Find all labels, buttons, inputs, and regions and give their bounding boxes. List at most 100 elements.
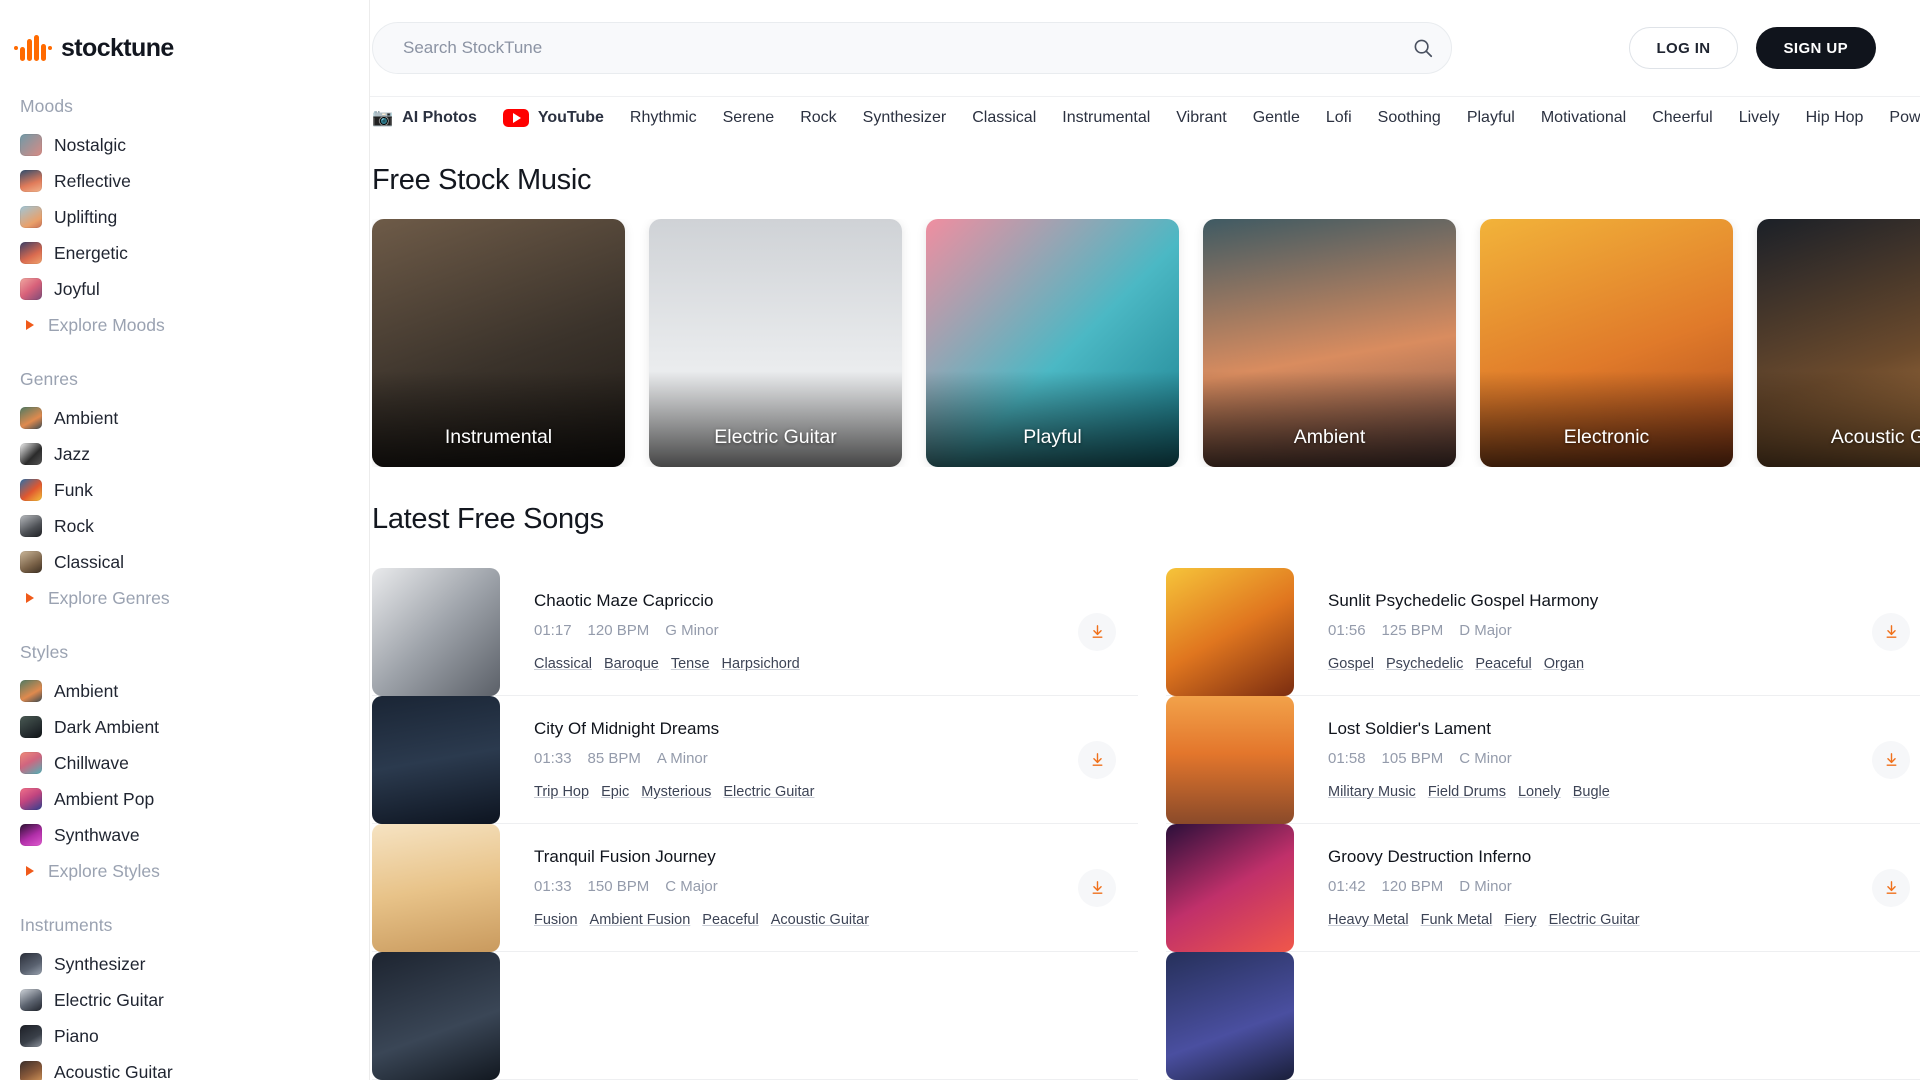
- sidebar-item-ambient[interactable]: Ambient: [0, 400, 369, 436]
- download-icon[interactable]: [1872, 740, 1910, 779]
- song-row[interactable]: [372, 951, 1138, 1080]
- song-title[interactable]: Groovy Destruction Inferno: [1328, 847, 1872, 867]
- category-card-playful[interactable]: Playful: [926, 219, 1179, 467]
- song-title[interactable]: Lost Soldier's Lament: [1328, 719, 1872, 739]
- song-artwork[interactable]: [372, 567, 500, 696]
- song-row[interactable]: Chaotic Maze Capriccio 01:17 120 BPM G Mino…: [372, 567, 1138, 696]
- chip-youtube[interactable]: YouTube: [502, 108, 604, 127]
- song-tag[interactable]: Mysterious: [641, 784, 711, 800]
- chip-instrumental[interactable]: Instrumental: [1062, 109, 1150, 127]
- song-title[interactable]: Tranquil Fusion Journey: [534, 847, 1078, 867]
- chip-gentle[interactable]: Gentle: [1253, 109, 1300, 127]
- song-tag[interactable]: Psychedelic: [1386, 656, 1463, 672]
- sidebar-item-nostalgic[interactable]: Nostalgic: [0, 127, 369, 163]
- download-icon[interactable]: [1078, 740, 1116, 779]
- search-icon[interactable]: [1395, 37, 1451, 59]
- sidebar-item-electric-guitar[interactable]: Electric Guitar: [0, 982, 369, 1018]
- category-card-electric-guitar[interactable]: Electric Guitar: [649, 219, 902, 467]
- song-tag[interactable]: Electric Guitar: [723, 784, 814, 800]
- download-icon[interactable]: [1078, 868, 1116, 907]
- sidebar-item-uplifting[interactable]: Uplifting: [0, 199, 369, 235]
- song-tag[interactable]: Classical: [534, 656, 592, 672]
- sidebar-item-funk[interactable]: Funk: [0, 472, 369, 508]
- song-tag[interactable]: Tense: [671, 656, 710, 672]
- download-icon[interactable]: [1078, 612, 1116, 651]
- download-icon[interactable]: [1872, 868, 1910, 907]
- song-tag[interactable]: Heavy Metal: [1328, 912, 1409, 928]
- song-tag[interactable]: Field Drums: [1428, 784, 1506, 800]
- song-tag[interactable]: Peaceful: [702, 912, 758, 928]
- song-row[interactable]: City Of Midnight Dreams 01:33 85 BPM A Mino…: [372, 695, 1138, 824]
- chip-synthesizer[interactable]: Synthesizer: [863, 109, 947, 127]
- chip-classical[interactable]: Classical: [972, 109, 1036, 127]
- song-artwork[interactable]: [1166, 695, 1294, 824]
- category-chip-row[interactable]: 📷 AI Photos YouTube Rhythmic Serene Rock Synth…: [370, 96, 1920, 138]
- search-bar[interactable]: [372, 22, 1452, 74]
- sidebar-item-rock[interactable]: Rock: [0, 508, 369, 544]
- sidebar-item-piano[interactable]: Piano: [0, 1018, 369, 1054]
- song-title[interactable]: Sunlit Psychedelic Gospel Harmony: [1328, 591, 1872, 611]
- login-button[interactable]: LOG IN: [1629, 27, 1738, 69]
- song-tag[interactable]: Ambient Fusion: [590, 912, 691, 928]
- sidebar-item-joyful[interactable]: Joyful: [0, 271, 369, 307]
- sidebar-explore-styles[interactable]: Explore Styles: [0, 853, 369, 889]
- song-artwork[interactable]: [372, 823, 500, 952]
- sidebar-item-ambient[interactable]: Ambient: [0, 673, 369, 709]
- song-row[interactable]: Sunlit Psychedelic Gospel Harmony 01:56 12…: [1166, 567, 1920, 696]
- sidebar-item-reflective[interactable]: Reflective: [0, 163, 369, 199]
- song-title[interactable]: City Of Midnight Dreams: [534, 719, 1078, 739]
- sidebar-item-jazz[interactable]: Jazz: [0, 436, 369, 472]
- chip-rhythmic[interactable]: Rhythmic: [630, 109, 697, 127]
- song-row[interactable]: [1166, 951, 1920, 1080]
- song-artwork[interactable]: [1166, 951, 1294, 1080]
- sidebar-item-dark-ambient[interactable]: Dark Ambient: [0, 709, 369, 745]
- song-tag[interactable]: Peaceful: [1475, 656, 1531, 672]
- song-tag[interactable]: Epic: [601, 784, 629, 800]
- chip-motivational[interactable]: Motivational: [1541, 109, 1626, 127]
- song-tag[interactable]: Military Music: [1328, 784, 1416, 800]
- category-card-instrumental[interactable]: Instrumental: [372, 219, 625, 467]
- chip-vibrant[interactable]: Vibrant: [1176, 109, 1226, 127]
- song-artwork[interactable]: [372, 695, 500, 824]
- signup-button[interactable]: SIGN UP: [1755, 27, 1876, 69]
- category-card-acoustic-gu[interactable]: Acoustic Gu: [1757, 219, 1920, 467]
- sidebar-item-ambient-pop[interactable]: Ambient Pop: [0, 781, 369, 817]
- song-tag[interactable]: Harpsichord: [722, 656, 800, 672]
- category-card-electronic[interactable]: Electronic: [1480, 219, 1733, 467]
- song-artwork[interactable]: [1166, 567, 1294, 696]
- sidebar-item-chillwave[interactable]: Chillwave: [0, 745, 369, 781]
- chip-serene[interactable]: Serene: [723, 109, 775, 127]
- sidebar-item-acoustic-guitar[interactable]: Acoustic Guitar: [0, 1054, 369, 1080]
- sidebar-explore-moods[interactable]: Explore Moods: [0, 307, 369, 343]
- download-icon[interactable]: [1872, 612, 1910, 651]
- sidebar-item-classical[interactable]: Classical: [0, 544, 369, 580]
- chip-lively[interactable]: Lively: [1739, 109, 1780, 127]
- song-tag[interactable]: Baroque: [604, 656, 659, 672]
- category-card-ambient[interactable]: Ambient: [1203, 219, 1456, 467]
- song-artwork[interactable]: [1166, 823, 1294, 952]
- chip-lofi[interactable]: Lofi: [1326, 109, 1352, 127]
- song-tag[interactable]: Acoustic Guitar: [771, 912, 869, 928]
- song-row[interactable]: Groovy Destruction Inferno 01:42 120 BPM D …: [1166, 823, 1920, 952]
- song-tag[interactable]: Bugle: [1573, 784, 1610, 800]
- song-row[interactable]: Lost Soldier's Lament 01:58 105 BPM C Minor…: [1166, 695, 1920, 824]
- song-row[interactable]: Tranquil Fusion Journey 01:33 150 BPM C Maj…: [372, 823, 1138, 952]
- song-tag[interactable]: Electric Guitar: [1549, 912, 1640, 928]
- chip-rock[interactable]: Rock: [800, 109, 836, 127]
- chip-hip-hop[interactable]: Hip Hop: [1806, 109, 1864, 127]
- song-tag[interactable]: Gospel: [1328, 656, 1374, 672]
- chip-cheerful[interactable]: Cheerful: [1652, 109, 1712, 127]
- sidebar-item-synthwave[interactable]: Synthwave: [0, 817, 369, 853]
- sidebar-explore-genres[interactable]: Explore Genres: [0, 580, 369, 616]
- song-tag[interactable]: Organ: [1544, 656, 1584, 672]
- brand-logo[interactable]: stocktune: [0, 26, 369, 70]
- chip-soothing[interactable]: Soothing: [1378, 109, 1441, 127]
- song-artwork[interactable]: [372, 951, 500, 1080]
- song-tag[interactable]: Fusion: [534, 912, 578, 928]
- song-tag[interactable]: Trip Hop: [534, 784, 589, 800]
- chip-playful[interactable]: Playful: [1467, 109, 1515, 127]
- song-tag[interactable]: Lonely: [1518, 784, 1561, 800]
- song-title[interactable]: Chaotic Maze Capriccio: [534, 591, 1078, 611]
- song-tag[interactable]: Fiery: [1504, 912, 1536, 928]
- sidebar-item-energetic[interactable]: Energetic: [0, 235, 369, 271]
